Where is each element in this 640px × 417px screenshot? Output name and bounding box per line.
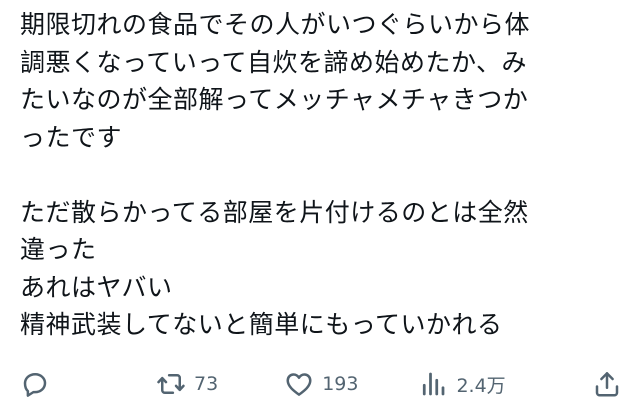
- tweet-text-line: ったです: [20, 122, 123, 152]
- retweet-icon: [156, 369, 186, 399]
- tweet-text: 期限切れの食品でその人がいつぐらいから体 調悪くなっていって自炊を諦め始めたか、…: [20, 6, 620, 344]
- views-icon: [418, 369, 448, 399]
- reply-button[interactable]: [20, 369, 60, 399]
- tweet-text-line: 期限切れの食品でその人がいつぐらいから体: [20, 10, 531, 39]
- tweet-text-line: あれはヤバい: [20, 272, 173, 302]
- share-button[interactable]: [592, 369, 622, 399]
- retweet-count: 73: [194, 373, 219, 395]
- tweet: 期限切れの食品でその人がいつぐらいから体 調悪くなっていって自炊を諦め始めたか、…: [0, 0, 640, 417]
- tweet-text-line: 違った: [20, 235, 97, 264]
- tweet-text-line: 精神武装してないと簡単にもっていかれる: [20, 310, 503, 339]
- tweet-text-line: ただ散らかってる部屋を片付けるのとは全然: [20, 197, 529, 227]
- retweet-button[interactable]: 73: [156, 369, 218, 399]
- reply-icon: [20, 369, 50, 399]
- heart-icon: [284, 369, 314, 399]
- views-button[interactable]: 2.4万: [418, 369, 506, 399]
- like-button[interactable]: 193: [284, 369, 358, 399]
- tweet-text-line: 調悪くなっていって自炊を諦め始めたか、み: [20, 47, 528, 77]
- share-icon: [592, 369, 622, 399]
- views-count: 2.4万: [456, 374, 506, 397]
- tweet-action-bar: 73 193 2.4万: [20, 364, 622, 404]
- like-count: 193: [322, 373, 359, 395]
- tweet-text-line: たいなのが全部解ってメッチャメチャきつか: [20, 85, 529, 114]
